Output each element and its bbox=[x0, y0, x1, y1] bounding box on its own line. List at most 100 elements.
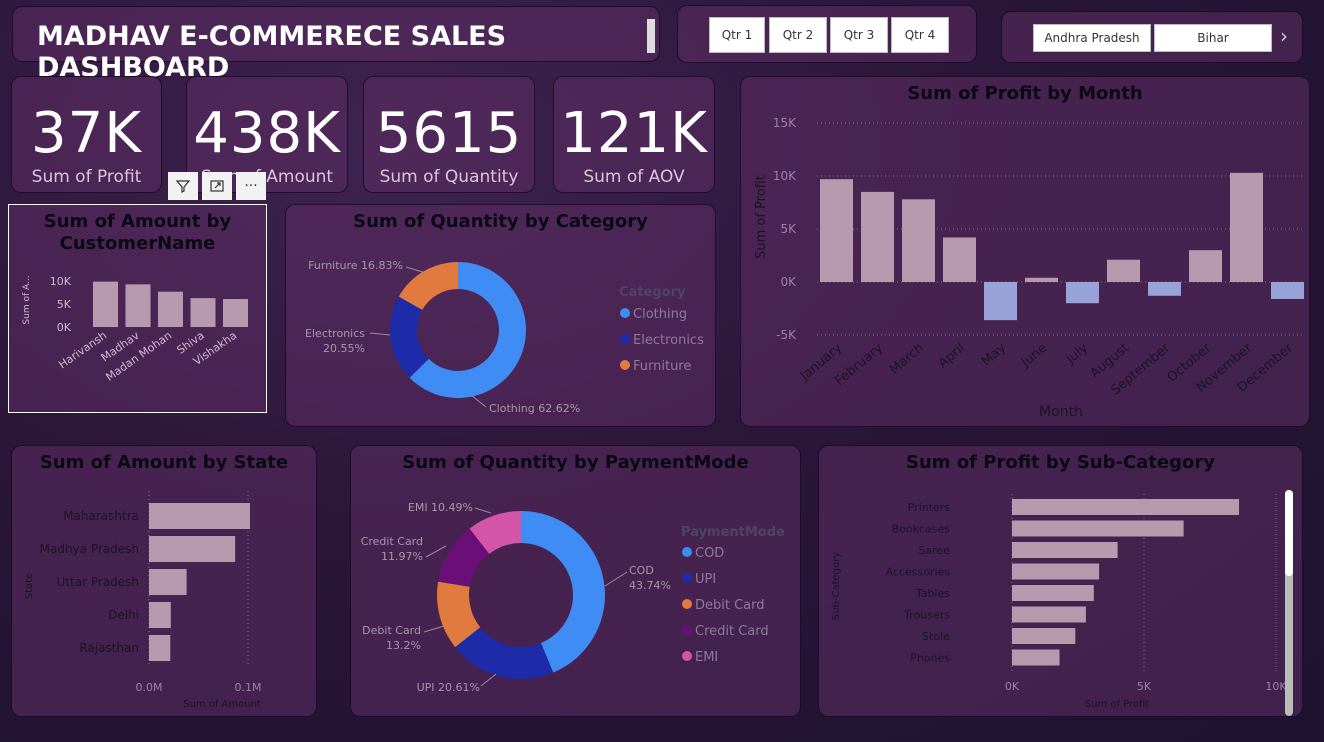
y-tick-label: Phones bbox=[910, 652, 950, 665]
state-chip-andhra[interactable]: Andhra Pradesh bbox=[1033, 24, 1151, 52]
legend-label: UPI bbox=[695, 572, 716, 587]
y-tick-label: Tables bbox=[915, 587, 950, 600]
legend-marker bbox=[682, 625, 692, 635]
chart-amount-by-state[interactable]: Sum of Amount by State Maharashtra Madhya… bbox=[11, 445, 317, 717]
legend-title: PaymentMode bbox=[681, 525, 785, 540]
y-tick-label: Maharashtra bbox=[63, 509, 139, 523]
kpi-card-quantity: 5615 Sum of Quantity bbox=[363, 76, 535, 193]
x-tick-label: Harivansh bbox=[56, 329, 109, 372]
x-axis-label: Sum of Amount bbox=[183, 699, 261, 710]
legend-marker bbox=[682, 599, 692, 609]
state-chart-svg: Maharashtra Madhya Pradesh Uttar Pradesh De… bbox=[24, 491, 262, 710]
leader-line bbox=[425, 545, 447, 558]
y-tick-label: 10K bbox=[773, 169, 797, 183]
kpi-value: 5615 bbox=[375, 101, 523, 166]
kpi-card-aov: 121K Sum of AOV bbox=[553, 76, 715, 193]
chart-profit-by-subcategory[interactable]: Sum of Profit by Sub-Category 0K 5K 10K Pri… bbox=[818, 445, 1303, 717]
leader-line bbox=[474, 507, 492, 514]
x-tick-label: 0.0M bbox=[136, 681, 163, 694]
legend-marker bbox=[682, 651, 692, 661]
y-axis-label: Sub-Category bbox=[831, 552, 842, 620]
kpi-value: 37K bbox=[31, 101, 142, 166]
bar bbox=[1148, 282, 1181, 296]
bar bbox=[1012, 563, 1100, 580]
qtr1-chip[interactable]: Qtr 1 bbox=[709, 17, 765, 53]
legend-label: EMI bbox=[695, 650, 718, 665]
bar bbox=[149, 569, 187, 595]
bar bbox=[223, 299, 248, 327]
chevron-right-icon[interactable]: › bbox=[1280, 24, 1288, 48]
data-label: Electronics bbox=[305, 327, 365, 340]
data-label: COD bbox=[629, 564, 654, 577]
bar bbox=[158, 291, 183, 327]
data-label: 13.2% bbox=[386, 639, 421, 652]
x-tick-label: 5K bbox=[1137, 680, 1152, 693]
y-tick-label: 15K bbox=[773, 116, 797, 130]
month-chart-svg: -5K0K5K10K15KSum of ProfitMonthJanuaryFe… bbox=[754, 116, 1304, 420]
chart-quantity-by-category[interactable]: Sum of Quantity by Category Clothing 62.… bbox=[285, 204, 716, 427]
y-tick-label: Stole bbox=[922, 630, 950, 643]
data-label: 43.74% bbox=[629, 579, 671, 592]
legend-label: Electronics bbox=[633, 333, 704, 348]
x-tick-label: April bbox=[936, 341, 968, 372]
x-tick-label: 0.1M bbox=[235, 681, 262, 694]
qtr2-chip[interactable]: Qtr 2 bbox=[769, 17, 827, 53]
x-tick-label: July bbox=[1063, 340, 1092, 367]
more-options-icon[interactable]: ··· bbox=[236, 172, 266, 200]
y-tick-label: -5K bbox=[776, 328, 797, 342]
bar bbox=[149, 536, 236, 562]
y-tick-label: 5K bbox=[57, 298, 72, 311]
legend-label: Clothing bbox=[633, 307, 687, 322]
x-tick-label: June bbox=[1018, 341, 1050, 371]
y-tick-label: Printers bbox=[908, 501, 951, 514]
y-tick-label: 0K bbox=[780, 275, 797, 289]
leader-line bbox=[405, 266, 427, 274]
legend-label: Debit Card bbox=[695, 598, 765, 613]
x-axis-label: Month bbox=[1039, 404, 1083, 420]
y-tick-label: Saree bbox=[918, 544, 950, 557]
x-tick-label: May bbox=[979, 340, 1009, 369]
legend-marker bbox=[620, 308, 630, 318]
qtr4-chip[interactable]: Qtr 4 bbox=[891, 17, 949, 53]
category-chart-svg: Clothing 62.62% Electronics 20.55% Furnitur… bbox=[305, 259, 704, 415]
bar bbox=[190, 298, 216, 327]
bar bbox=[943, 237, 976, 282]
state-chip-bihar[interactable]: Bihar bbox=[1154, 24, 1272, 52]
bar bbox=[125, 284, 151, 327]
leader-line bbox=[369, 332, 391, 336]
bar bbox=[1107, 259, 1140, 282]
bar bbox=[93, 281, 118, 327]
bar bbox=[861, 191, 894, 282]
legend-label: COD bbox=[695, 546, 724, 561]
kpi-label: Sum of Profit bbox=[31, 167, 142, 187]
bar bbox=[1066, 282, 1099, 304]
y-tick-label: Uttar Pradesh bbox=[57, 575, 139, 589]
data-label: UPI 20.61% bbox=[417, 681, 480, 694]
chart-profit-by-month[interactable]: Sum of Profit by Month -5K 0K 5K 10K 15K Sum … bbox=[740, 76, 1310, 427]
qtr3-chip[interactable]: Qtr 3 bbox=[830, 17, 888, 53]
y-tick-label: Rajasthan bbox=[79, 641, 139, 655]
y-tick-label: 5K bbox=[780, 222, 797, 236]
dashboard-title: MADHAV E-COMMERECE SALES DASHBOARD bbox=[37, 21, 507, 83]
x-axis-label: Sum of Profit bbox=[1085, 699, 1150, 710]
kpi-value: 121K bbox=[560, 101, 708, 166]
bar bbox=[984, 282, 1017, 321]
leader-line bbox=[604, 571, 628, 587]
kpi-card-profit: 37K Sum of Profit bbox=[11, 76, 162, 193]
filter-icon[interactable] bbox=[168, 172, 198, 200]
bar bbox=[149, 602, 171, 628]
focus-mode-icon[interactable] bbox=[202, 172, 232, 200]
data-label: Clothing 62.62% bbox=[489, 402, 580, 415]
legend-label: Furniture bbox=[633, 359, 691, 374]
chart-quantity-by-paymentmode[interactable]: Sum of Quantity by PaymentMode COD 43.74%… bbox=[350, 445, 801, 717]
scrollbar-thumb[interactable] bbox=[1285, 490, 1293, 576]
data-label: EMI 10.49% bbox=[408, 501, 473, 514]
bar bbox=[1012, 628, 1076, 644]
bar bbox=[902, 199, 935, 282]
subcategory-chart-svg: 0K 5K 10KPrintersBookcasesSareeAccessories… bbox=[831, 494, 1287, 710]
legend-marker bbox=[620, 360, 630, 370]
kpi-value: 438K bbox=[193, 101, 341, 166]
customer-chart-svg: 0K5K10KSum of A...HarivanshMadhavMadan M… bbox=[22, 275, 248, 384]
chart-amount-by-customer[interactable]: Sum of Amount by CustomerName 0K 5K 10K Sum… bbox=[8, 204, 267, 413]
bar bbox=[820, 179, 853, 282]
